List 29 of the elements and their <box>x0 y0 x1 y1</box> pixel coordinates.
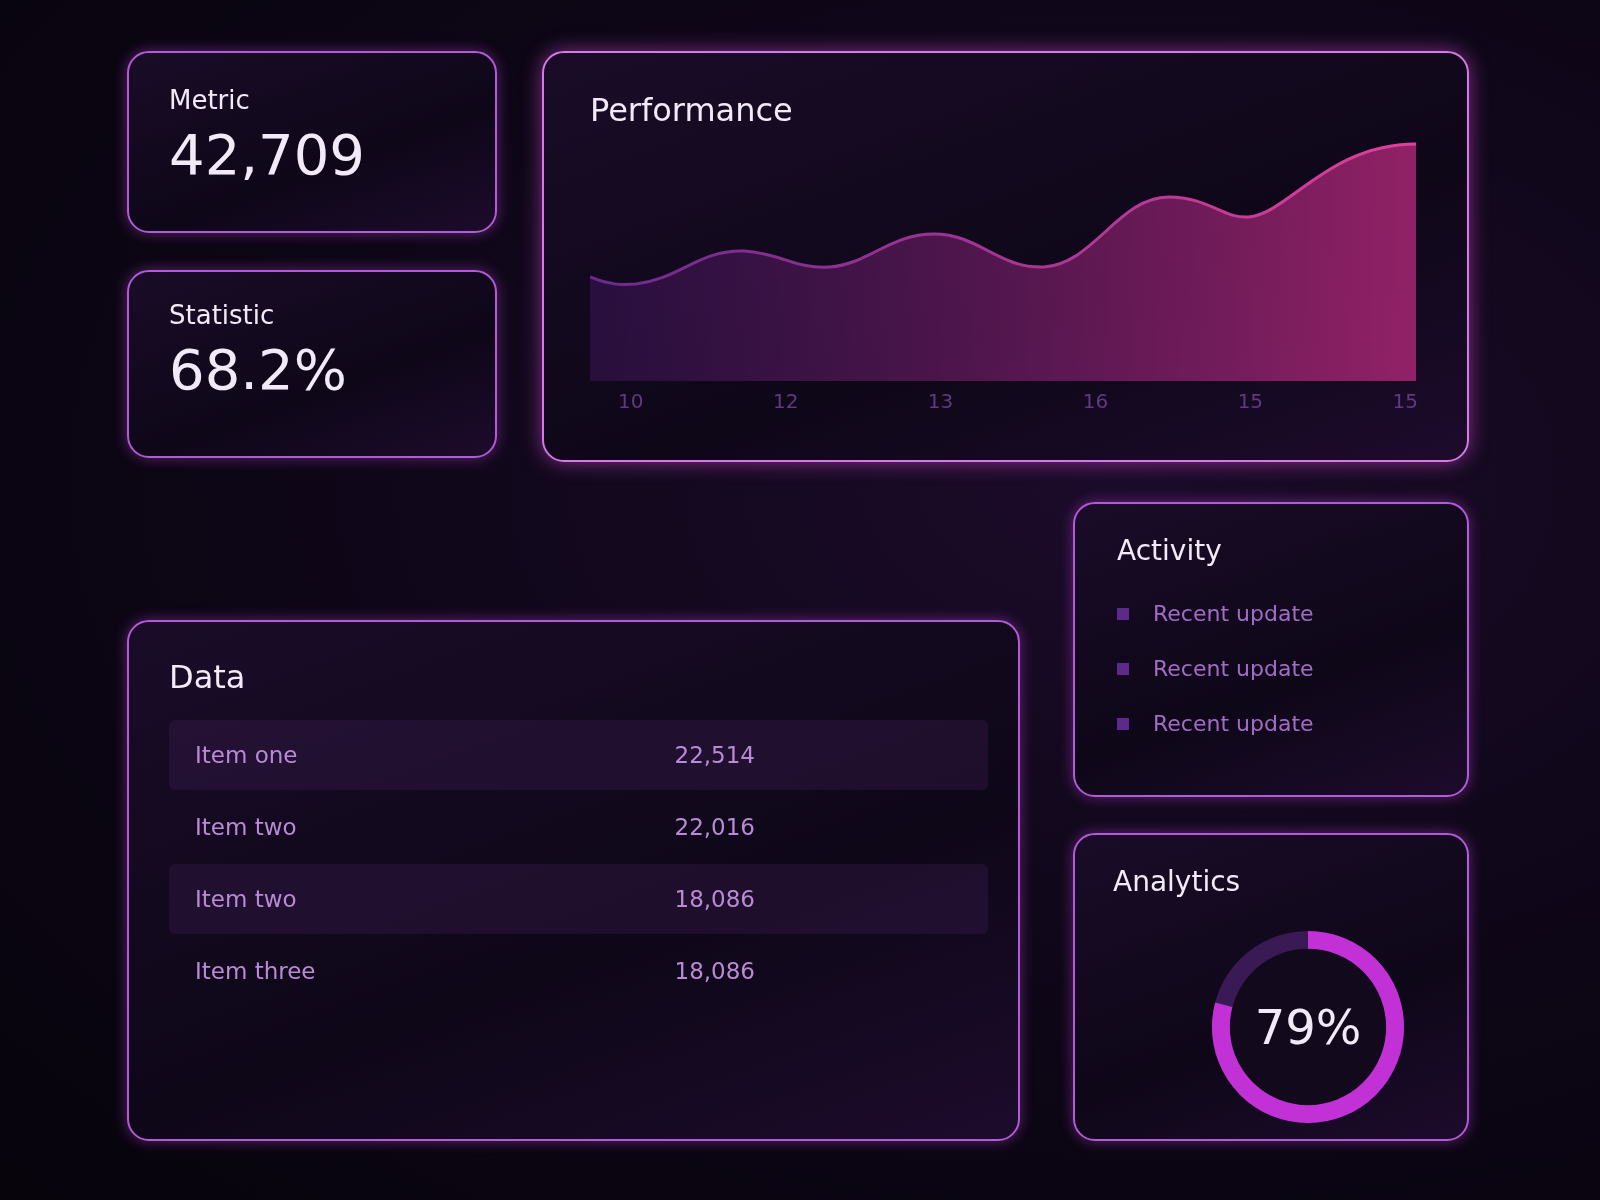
axis-label: 10 <box>618 389 644 413</box>
card-title: Performance <box>590 91 793 129</box>
bullet-icon <box>1117 607 1129 620</box>
row-label: Item two <box>195 886 298 912</box>
activity-item: Recent update <box>1153 656 1314 681</box>
stat-label: Metric <box>169 85 250 115</box>
row-value: 22,514 <box>673 742 755 768</box>
axis-label: 12 <box>772 389 799 413</box>
axis-label: 13 <box>927 389 954 413</box>
donut-reading: 79% <box>1254 999 1362 1055</box>
stat-value: 42,709 <box>169 127 365 183</box>
row-label: Item three <box>195 958 317 984</box>
axis-label: 15 <box>1392 389 1418 413</box>
axis-label: 16 <box>1082 389 1109 413</box>
card-title: Activity <box>1117 534 1222 567</box>
activity-item: Recent update <box>1153 601 1314 626</box>
card-title: Data <box>169 658 246 696</box>
bullet-icon <box>1117 717 1129 730</box>
row-label: Item one <box>195 742 299 768</box>
activity-item: Recent update <box>1153 711 1314 736</box>
row-value: 18,086 <box>673 958 755 984</box>
card-title: Analytics <box>1113 865 1241 898</box>
bullet-icon <box>1117 662 1129 675</box>
axis-label: 15 <box>1237 389 1264 413</box>
stat-value: 68.2% <box>169 342 347 398</box>
row-value: 22,016 <box>673 814 755 840</box>
row-label: Item two <box>195 814 298 840</box>
stat-label: Statistic <box>169 300 275 330</box>
row-value: 18,086 <box>673 886 755 912</box>
